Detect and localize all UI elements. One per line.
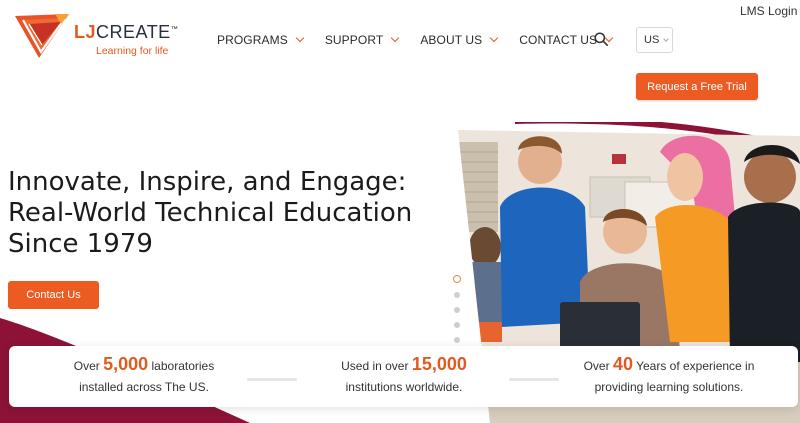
slider-dot[interactable] bbox=[454, 337, 460, 343]
nav-label: SUPPORT bbox=[324, 33, 384, 47]
hero-slider-dots bbox=[453, 275, 461, 352]
stat-institutions: Used in over 15,000 institutions worldwi… bbox=[324, 354, 484, 398]
slider-dot-active[interactable] bbox=[453, 275, 461, 283]
nav-label: CONTACT US bbox=[519, 33, 598, 47]
chevron-down-icon bbox=[391, 33, 400, 43]
nav-label: PROGRAMS bbox=[217, 33, 288, 47]
nav-label: ABOUT US bbox=[420, 33, 483, 47]
stat-prefix: Over bbox=[73, 359, 104, 373]
stat-suffix: laboratories bbox=[148, 359, 215, 373]
stat-divider bbox=[509, 378, 559, 381]
nav-item-support[interactable]: SUPPORT bbox=[324, 33, 400, 47]
stat-number: 40 bbox=[612, 354, 633, 374]
stats-bar: Over 5,000 laboratories installed across… bbox=[9, 346, 798, 407]
logo-wordmark: LJCREATE™ bbox=[74, 22, 179, 42]
hero-headline-line: Since 1979 bbox=[8, 229, 153, 259]
hero-headline-line: Innovate, Inspire, and Engage: bbox=[8, 167, 407, 197]
stat-experience: Over 40 Years of experience in providing… bbox=[569, 354, 769, 398]
stat-number: 5,000 bbox=[103, 354, 149, 374]
language-value: US bbox=[644, 34, 660, 46]
lms-login-link[interactable]: LMS Login bbox=[740, 4, 800, 18]
request-free-trial-button[interactable]: Request a Free Trial bbox=[636, 73, 758, 100]
main-nav: PROGRAMS SUPPORT ABOUT US CONTACT US bbox=[217, 33, 634, 47]
contact-us-button[interactable]: Contact Us bbox=[8, 281, 99, 309]
logo-tagline: Learning for life bbox=[96, 45, 169, 57]
chevron-down-icon bbox=[295, 33, 305, 43]
chevron-down-icon bbox=[663, 36, 670, 42]
nav-item-programs[interactable]: PROGRAMS bbox=[217, 33, 305, 47]
search-icon[interactable] bbox=[594, 32, 608, 46]
stat-laboratories: Over 5,000 laboratories installed across… bbox=[49, 354, 239, 398]
stat-prefix: Used in over bbox=[341, 359, 412, 373]
stat-number: 15,000 bbox=[411, 354, 467, 374]
lj-create-logo[interactable]: LJCREATE™ Learning for life bbox=[15, 14, 179, 60]
hero-headline: Innovate, Inspire, and Engage: Real-Worl… bbox=[8, 167, 438, 260]
stat-divider bbox=[247, 378, 297, 381]
stat-prefix: Over bbox=[583, 359, 613, 373]
hero-headline-line: Real-World Technical Education bbox=[8, 198, 413, 228]
slider-dot[interactable] bbox=[454, 292, 460, 298]
chevron-down-icon bbox=[490, 33, 499, 43]
stat-line2: institutions worldwide. bbox=[345, 380, 463, 394]
slider-dot[interactable] bbox=[454, 307, 460, 313]
language-selector[interactable]: US bbox=[636, 27, 673, 53]
nav-item-about-us[interactable]: ABOUT US bbox=[420, 33, 499, 47]
logo-mark-icon bbox=[15, 14, 69, 58]
stat-line2: installed across The US. bbox=[79, 380, 209, 394]
stat-suffix: Years of experience in bbox=[632, 359, 755, 373]
stat-line2: providing learning solutions. bbox=[594, 380, 744, 394]
slider-dot[interactable] bbox=[454, 322, 460, 328]
